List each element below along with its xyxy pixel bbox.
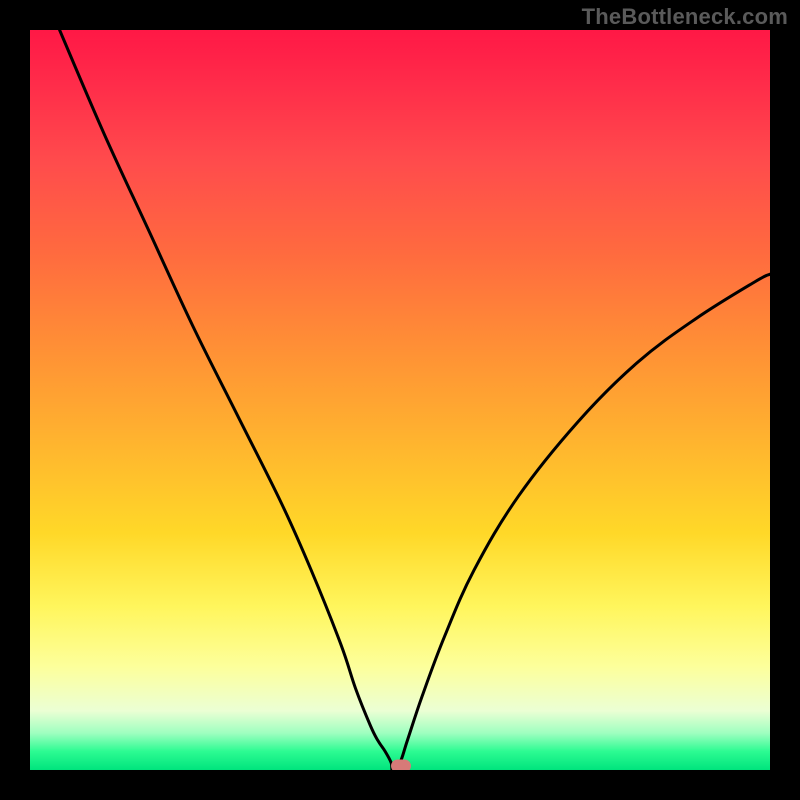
chart-frame: TheBottleneck.com <box>0 0 800 800</box>
curve-path <box>60 30 770 770</box>
watermark-text: TheBottleneck.com <box>582 4 788 30</box>
optimal-point-marker <box>391 760 411 770</box>
plot-area <box>30 30 770 770</box>
bottleneck-curve <box>30 30 770 770</box>
